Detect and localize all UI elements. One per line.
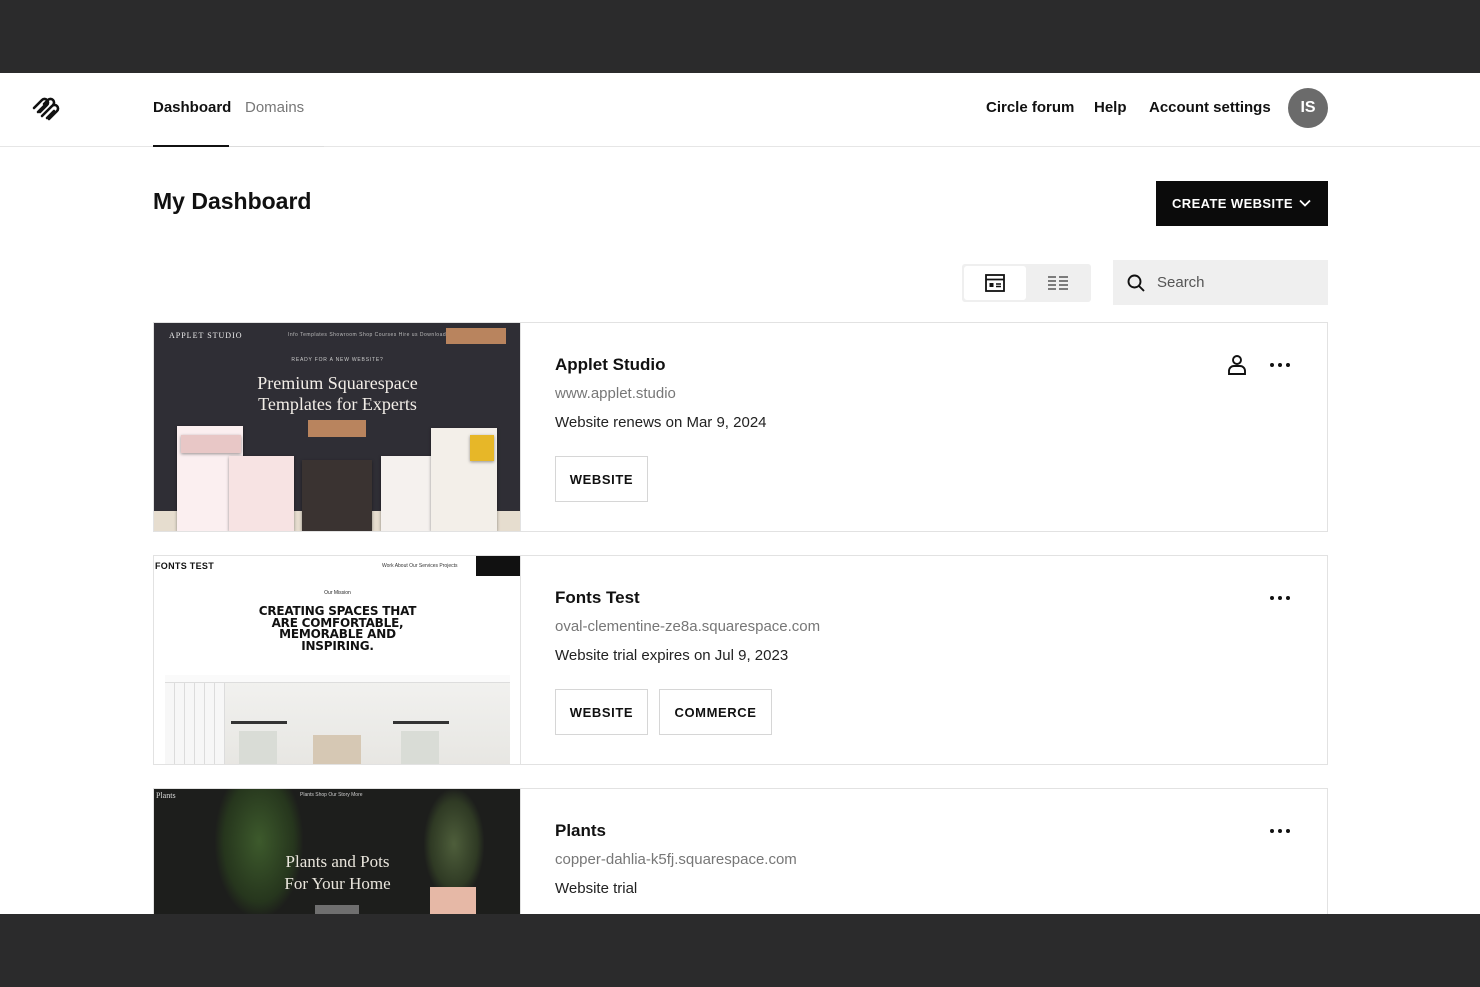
thumb-headline: Plants and Pots For Your Home bbox=[154, 851, 520, 895]
thumb-headline-line: Plants and Pots bbox=[285, 852, 390, 871]
view-toggle bbox=[962, 264, 1091, 302]
thumb-brand: Plants bbox=[156, 791, 176, 800]
site-card-applet-studio[interactable]: APPLET STUDIO Info Templates Showroom Sh… bbox=[153, 322, 1328, 532]
thumb-preview-card bbox=[302, 460, 372, 531]
card-view-icon bbox=[985, 274, 1005, 292]
bottom-letterbox bbox=[0, 914, 1480, 987]
more-options-icon[interactable] bbox=[1270, 829, 1290, 833]
list-view-button[interactable] bbox=[1027, 266, 1089, 300]
thumb-kicker: Our Mission bbox=[324, 590, 351, 596]
person-icon[interactable] bbox=[1227, 354, 1247, 376]
thumb-brand: APPLET STUDIO bbox=[169, 331, 243, 340]
thumb-preview-block bbox=[181, 435, 241, 453]
thumb-cta bbox=[446, 328, 506, 344]
tab-dashboard[interactable]: Dashboard bbox=[153, 99, 231, 116]
thumb-headline-line: For Your Home bbox=[284, 874, 391, 893]
account-settings-link[interactable]: Account settings bbox=[1149, 99, 1271, 116]
site-thumbnail[interactable]: FONTS TEST Work About Our Services Proje… bbox=[154, 556, 521, 764]
search-box bbox=[1113, 260, 1328, 305]
tab-divider bbox=[229, 146, 324, 147]
site-thumbnail[interactable]: Plants Plants Shop Our Story More Plants… bbox=[154, 789, 521, 914]
thumb-headline: Premium Squarespace Templates for Expert… bbox=[154, 373, 520, 415]
thumb-cta bbox=[476, 556, 520, 576]
list-view-icon bbox=[1048, 276, 1068, 290]
site-status: Website trial expires on Jul 9, 2023 bbox=[555, 647, 789, 664]
top-navigation: Dashboard Domains Circle forum Help Acco… bbox=[0, 73, 1480, 147]
avatar[interactable]: IS bbox=[1288, 88, 1328, 128]
site-name[interactable]: Plants bbox=[555, 821, 606, 841]
page-title: My Dashboard bbox=[153, 188, 312, 214]
site-name[interactable]: Applet Studio bbox=[555, 355, 665, 375]
circle-forum-link[interactable]: Circle forum bbox=[986, 99, 1074, 116]
search-input[interactable] bbox=[1157, 274, 1307, 291]
website-badge-button[interactable]: WEBSITE bbox=[555, 456, 648, 502]
active-tab-indicator bbox=[153, 145, 229, 147]
site-status: Website renews on Mar 9, 2024 bbox=[555, 414, 767, 431]
site-card-fonts-test[interactable]: FONTS TEST Work About Our Services Proje… bbox=[153, 555, 1328, 765]
thumb-nav: Work About Our Services Projects bbox=[382, 563, 458, 569]
thumb-headline-line: Templates for Experts bbox=[258, 394, 417, 414]
thumb-headline-line: Premium Squarespace bbox=[257, 373, 418, 393]
more-options-icon[interactable] bbox=[1270, 596, 1290, 600]
thumb-headline-text: CREATING SPACES THAT ARE COMFORTABLE, ME… bbox=[258, 604, 417, 653]
grid-view-button[interactable] bbox=[964, 266, 1026, 300]
squarespace-logo-icon[interactable] bbox=[31, 95, 63, 123]
thumb-brand: FONTS TEST bbox=[155, 561, 214, 571]
commerce-badge-button[interactable]: COMMERCE bbox=[659, 689, 772, 735]
site-name[interactable]: Fonts Test bbox=[555, 588, 640, 608]
site-url[interactable]: oval-clementine-ze8a.squarespace.com bbox=[555, 618, 820, 635]
site-thumbnail[interactable]: APPLET STUDIO Info Templates Showroom Sh… bbox=[154, 323, 521, 531]
search-icon bbox=[1127, 274, 1145, 292]
site-url[interactable]: www.applet.studio bbox=[555, 385, 676, 402]
thumb-nav: Plants Shop Our Story More bbox=[300, 792, 363, 798]
website-badge-button[interactable]: WEBSITE bbox=[555, 689, 648, 735]
thumb-preview-card bbox=[229, 456, 294, 531]
tab-domains[interactable]: Domains bbox=[245, 99, 304, 116]
site-status: Website trial bbox=[555, 880, 638, 897]
site-card-plants[interactable]: Plants Plants Shop Our Story More Plants… bbox=[153, 788, 1328, 914]
more-options-icon[interactable] bbox=[1270, 363, 1290, 367]
site-url[interactable]: copper-dahlia-k5fj.squarespace.com bbox=[555, 851, 797, 868]
thumb-nav: Info Templates Showroom Shop Courses Hir… bbox=[288, 332, 450, 338]
app-frame: Dashboard Domains Circle forum Help Acco… bbox=[0, 73, 1480, 914]
create-website-label: CREATE WEBSITE bbox=[1172, 196, 1293, 211]
chevron-down-icon bbox=[1299, 199, 1311, 207]
thumb-preview-block bbox=[470, 435, 494, 461]
help-link[interactable]: Help bbox=[1094, 99, 1127, 116]
thumb-headline: CREATING SPACES THAT ARE COMFORTABLE, ME… bbox=[154, 604, 520, 653]
thumb-button bbox=[308, 420, 366, 437]
thumb-room-image bbox=[165, 675, 510, 764]
thumb-kicker: READY FOR A NEW WEBSITE? bbox=[291, 357, 384, 363]
create-website-button[interactable]: CREATE WEBSITE bbox=[1156, 181, 1328, 226]
